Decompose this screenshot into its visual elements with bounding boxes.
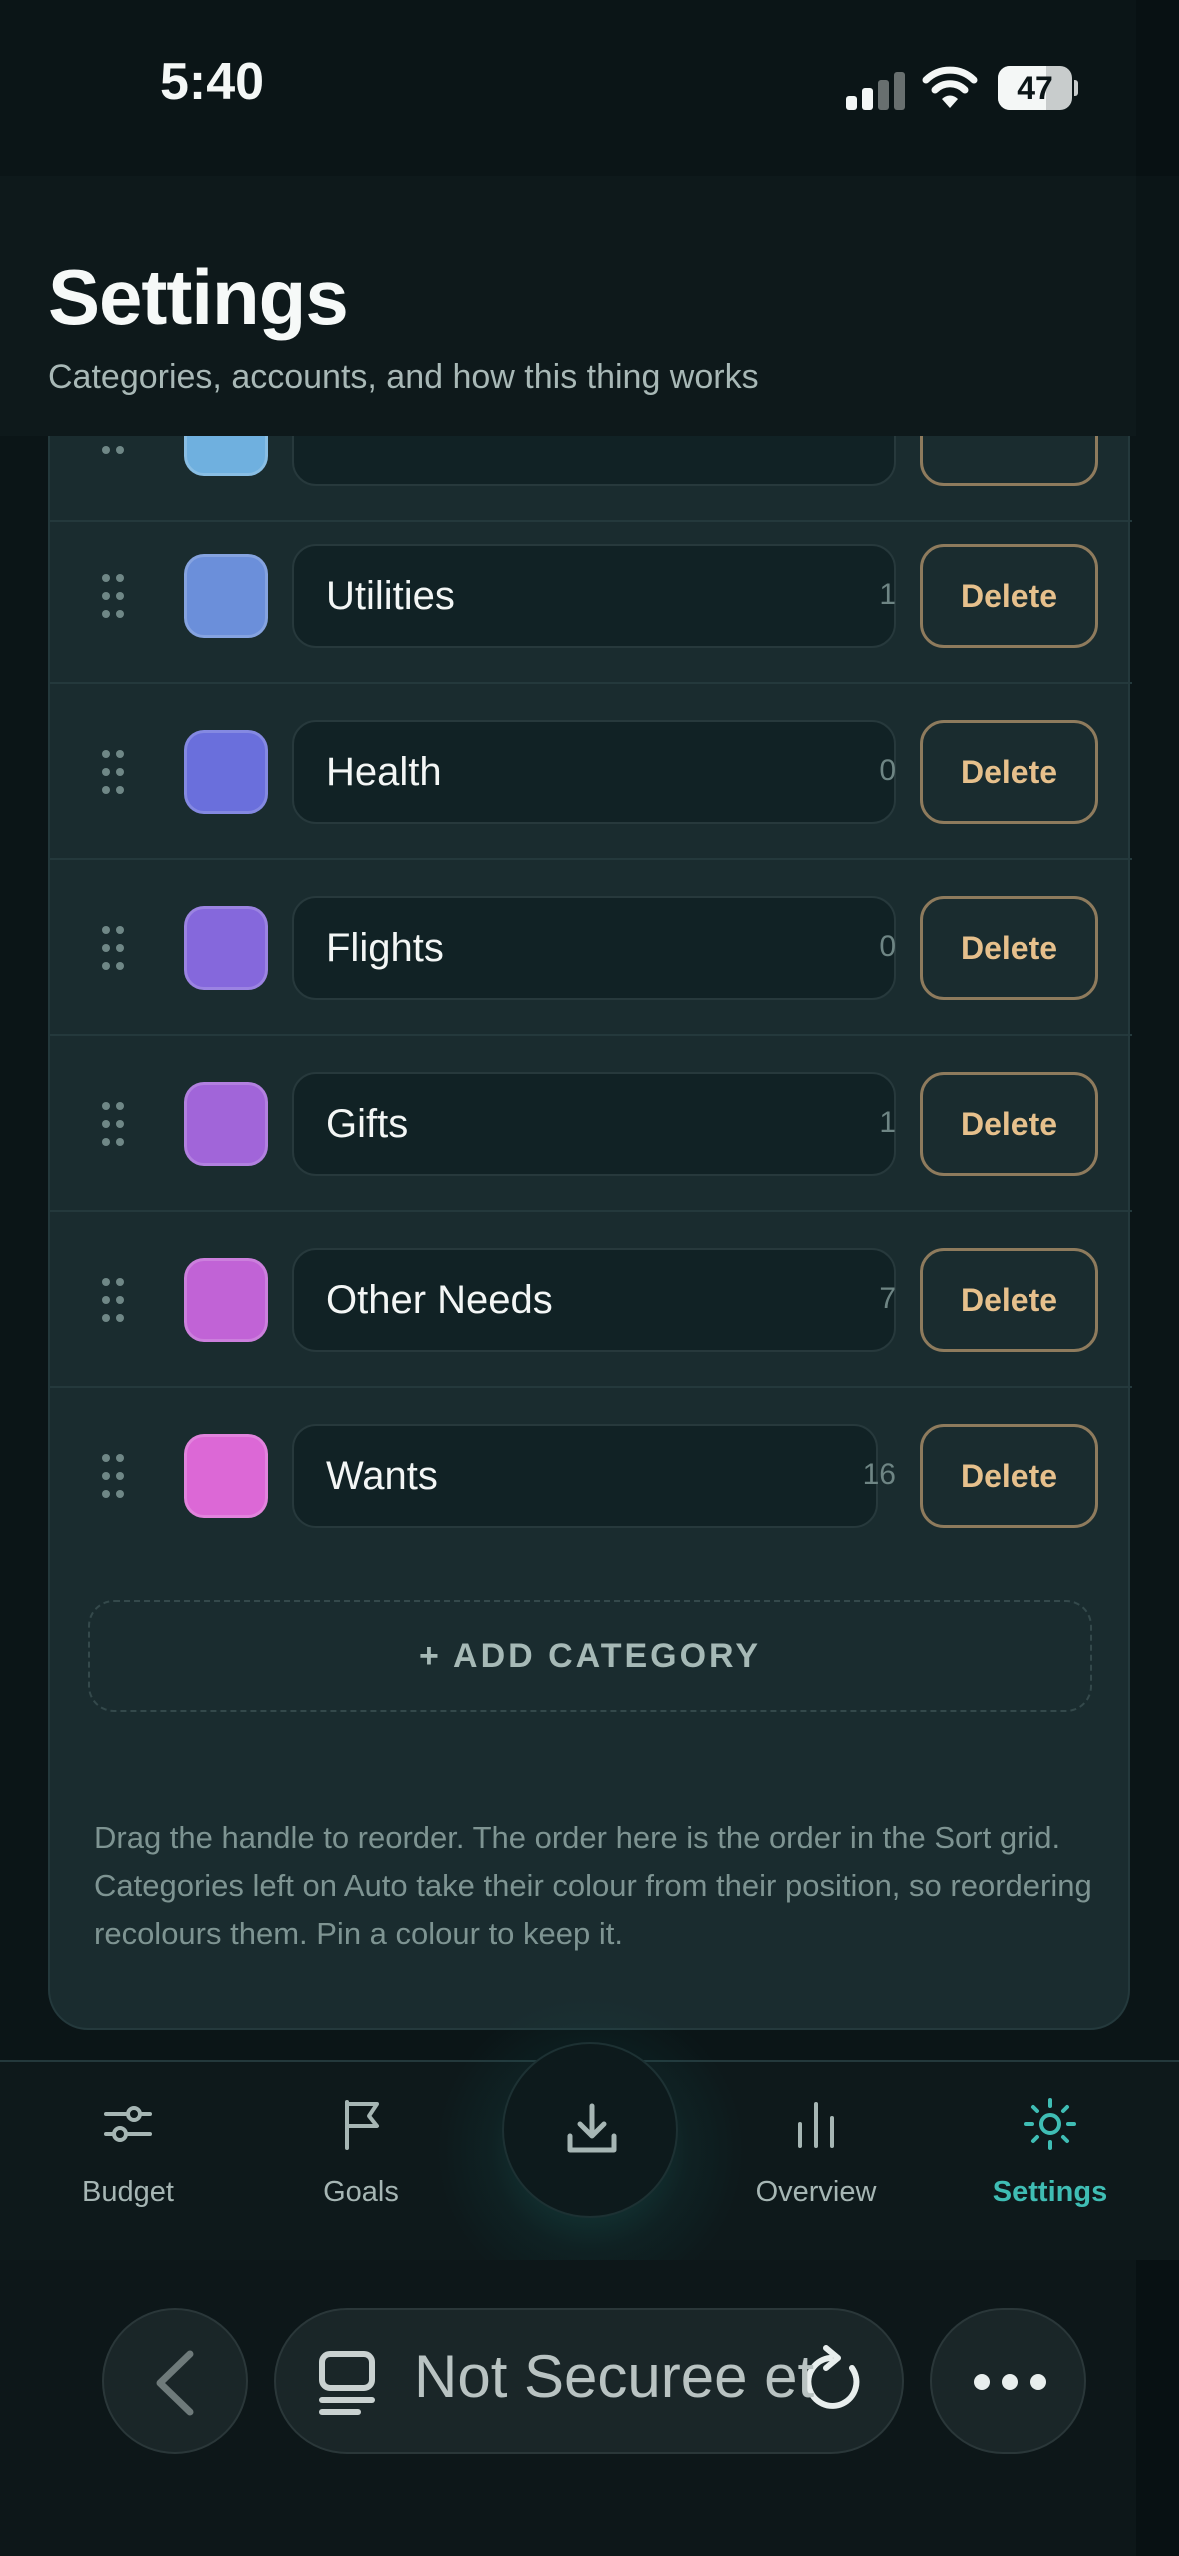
bar-chart-icon xyxy=(798,2102,834,2148)
drag-handle-icon[interactable] xyxy=(102,926,126,970)
delete-button[interactable]: Delete xyxy=(920,720,1098,824)
nav-label: Goals xyxy=(323,2176,399,2208)
reload-icon[interactable] xyxy=(806,2344,870,2416)
category-name-field[interactable]: Other Needs xyxy=(292,1248,896,1352)
category-count: 1 xyxy=(879,578,896,611)
add-category-button[interactable]: + ADD CATEGORY xyxy=(88,1600,1092,1712)
color-swatch[interactable] xyxy=(184,906,268,990)
sun-gear-icon xyxy=(1024,2098,1076,2150)
category-row[interactable]: Health 0 Delete xyxy=(50,684,1132,860)
category-name-field[interactable]: Utilities xyxy=(292,544,896,648)
url-text: Not Securee et xyxy=(414,2343,815,2410)
color-swatch[interactable] xyxy=(184,730,268,814)
category-count: 16 xyxy=(862,1458,896,1491)
category-count: 0 xyxy=(879,930,896,963)
delete-button[interactable]: Delete xyxy=(920,896,1098,1000)
delete-button[interactable]: Delete xyxy=(920,544,1098,648)
category-row[interactable]: Utilities 1 Delete xyxy=(50,508,1132,684)
category-count: 1 xyxy=(879,1106,896,1139)
status-time: 5:40 xyxy=(160,53,265,111)
page-title: Settings xyxy=(48,253,349,341)
delete-button[interactable]: Delete xyxy=(920,1248,1098,1352)
category-row[interactable]: Flights 0 Delete xyxy=(50,860,1132,1036)
nav-label: Budget xyxy=(82,2176,174,2208)
delete-button[interactable]: Delete xyxy=(920,1424,1098,1528)
back-button[interactable] xyxy=(102,2308,248,2454)
drag-handle-icon[interactable] xyxy=(102,750,126,794)
page-subtitle: Categories, accounts, and how this thing… xyxy=(48,358,759,396)
more-dots-icon xyxy=(974,2374,1046,2390)
category-row[interactable]: Other Needs 7 Delete xyxy=(50,1212,1132,1388)
battery-level: 47 xyxy=(1017,70,1053,106)
drag-handle-icon[interactable] xyxy=(102,1454,126,1498)
color-swatch[interactable] xyxy=(184,1434,268,1518)
cellular-signal-icon xyxy=(846,70,906,110)
category-row[interactable]: Wants 16 Delete xyxy=(50,1388,1132,1564)
drag-handle-icon[interactable] xyxy=(102,1102,126,1146)
more-button[interactable] xyxy=(930,2308,1086,2454)
download-icon xyxy=(567,2103,617,2153)
color-swatch[interactable] xyxy=(184,1082,268,1166)
page-menu-icon xyxy=(319,2351,375,2415)
category-count: 0 xyxy=(879,754,896,787)
sliders-icon xyxy=(104,2106,152,2142)
category-name-field[interactable]: Wants xyxy=(292,1424,878,1528)
flag-icon xyxy=(345,2100,379,2150)
color-swatch[interactable] xyxy=(184,1258,268,1342)
category-name-field[interactable]: Flights xyxy=(292,896,896,1000)
nav-settings[interactable]: Settings xyxy=(950,2062,1150,2262)
drag-handle-icon[interactable] xyxy=(102,574,126,618)
edge-strip-bottom xyxy=(1136,2260,1179,2556)
category-row[interactable]: Gifts 1 Delete xyxy=(50,1036,1132,1212)
nav-budget[interactable]: Budget xyxy=(28,2062,228,2262)
wifi-icon xyxy=(922,66,978,108)
category-count: 7 xyxy=(879,1282,896,1315)
battery-icon: 47 xyxy=(998,66,1078,110)
chevron-left-icon xyxy=(156,2350,194,2416)
delete-button[interactable]: Delete xyxy=(920,1072,1098,1176)
nav-label: Settings xyxy=(992,2176,1108,2208)
edge-strip-top xyxy=(1136,0,1179,176)
category-name-field[interactable]: Health xyxy=(292,720,896,824)
color-swatch[interactable] xyxy=(184,554,268,638)
categories-panel[interactable]: Utilities 1 Delete Health 0 Delete Fligh… xyxy=(48,382,1132,2030)
category-name-field[interactable]: Gifts xyxy=(292,1072,896,1176)
drag-handle-icon[interactable] xyxy=(102,1278,126,1322)
import-button[interactable] xyxy=(502,2042,678,2218)
reorder-help-text: Drag the handle to reorder. The order he… xyxy=(94,1820,1092,1951)
